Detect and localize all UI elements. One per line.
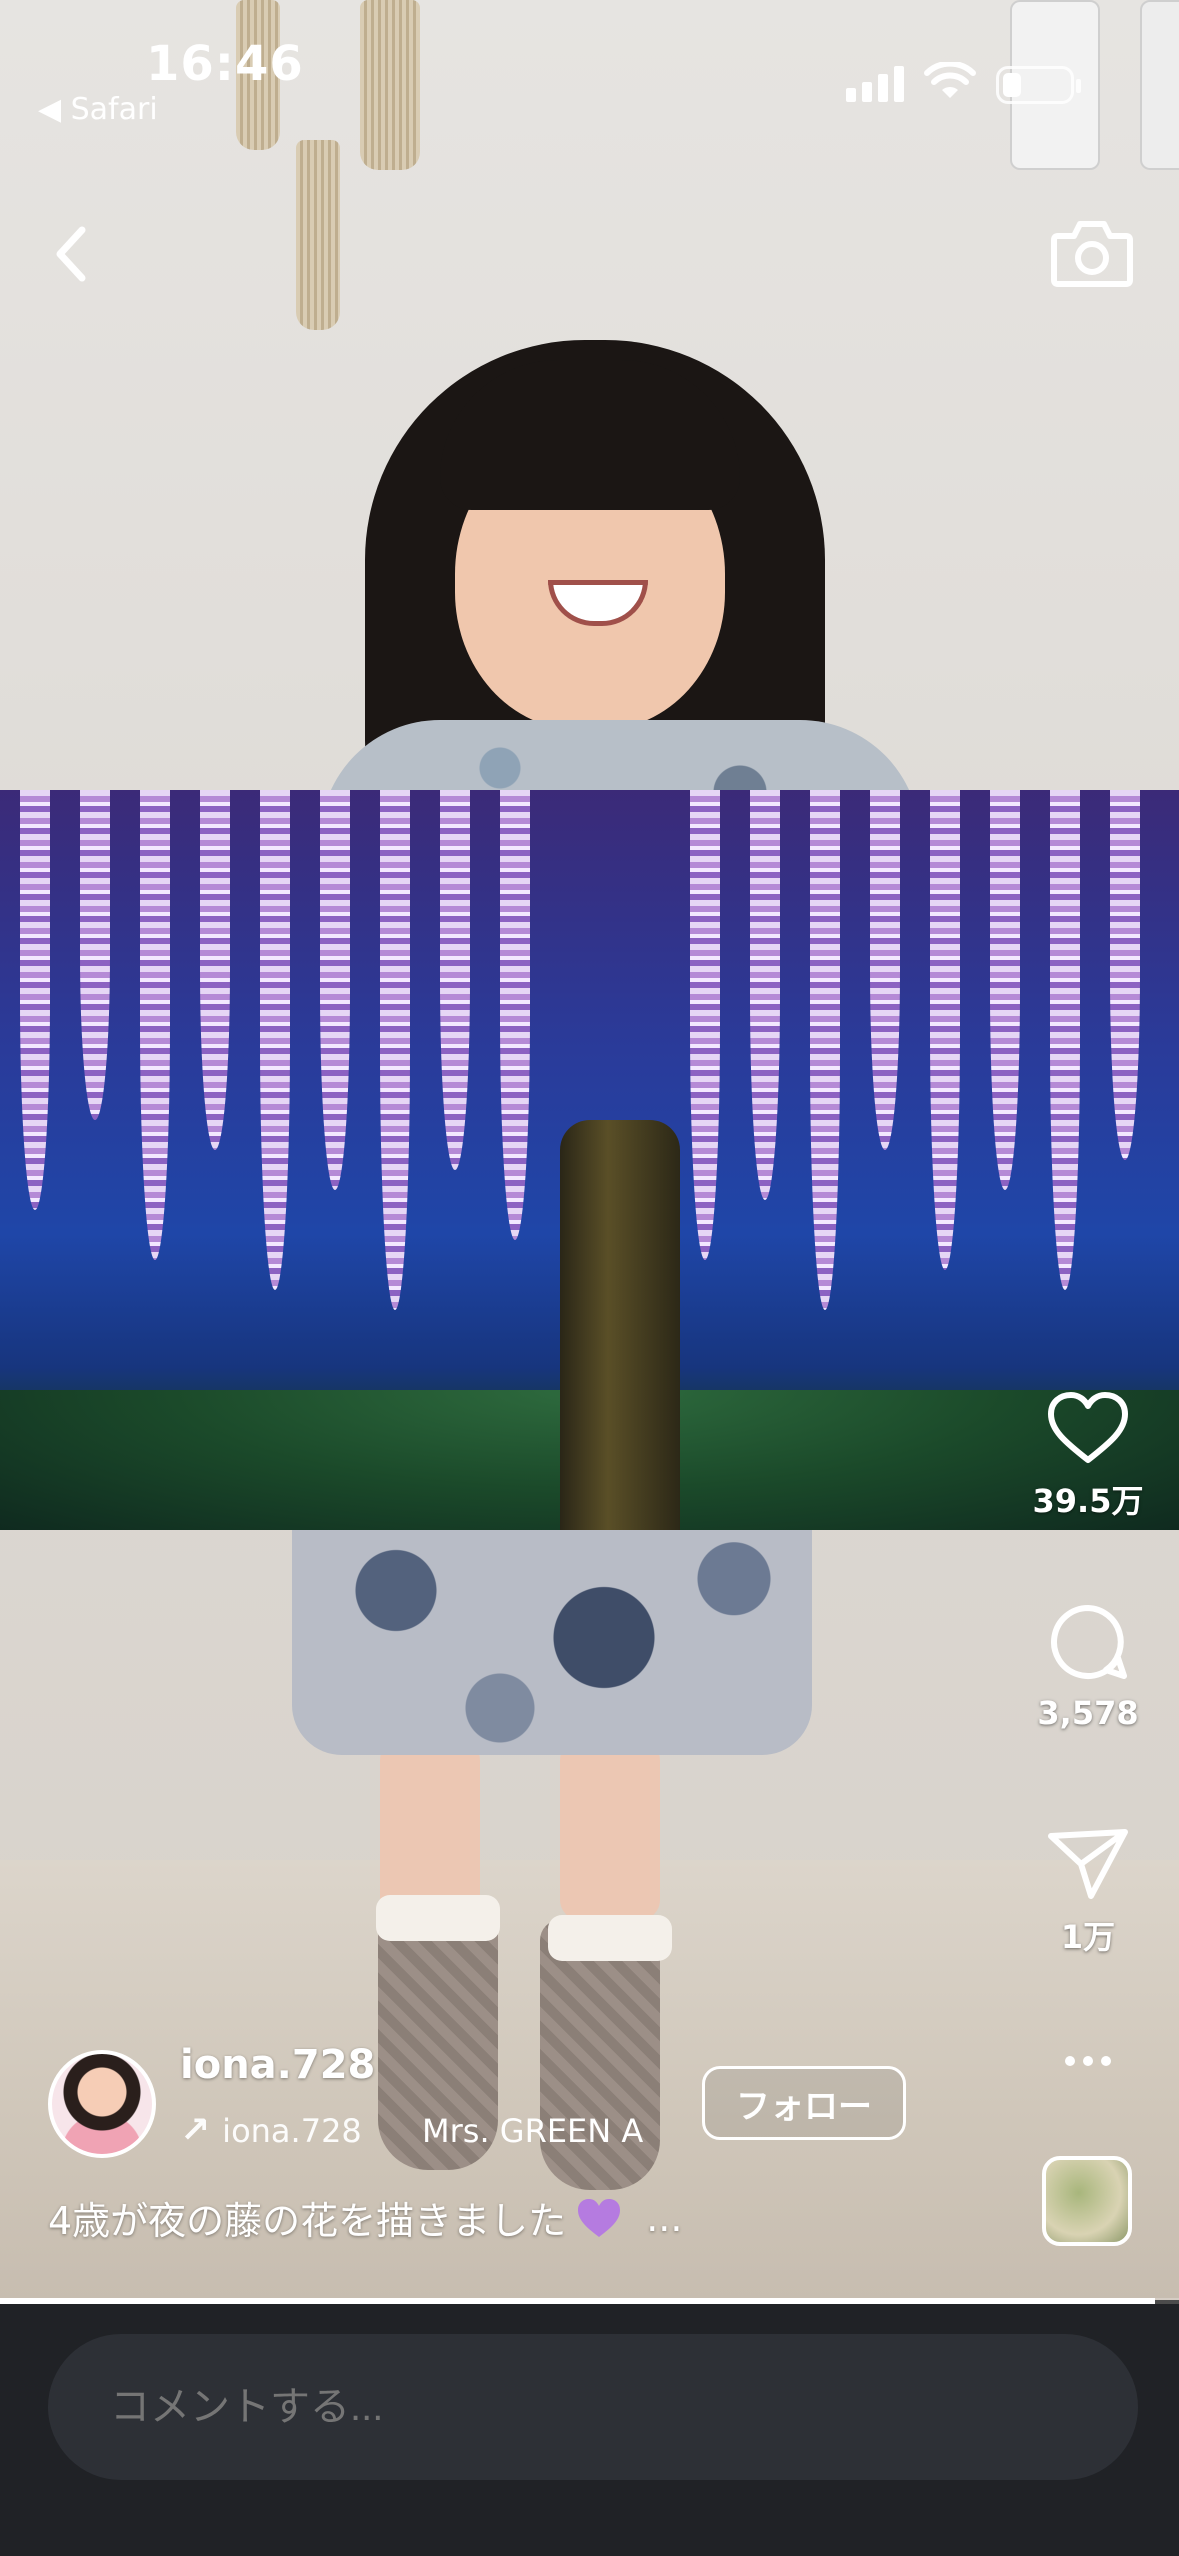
leg (380, 1740, 480, 1920)
comment-count: 3,578 (1037, 1694, 1139, 1732)
share-count: 1万 (1060, 1918, 1116, 1956)
chevron-left-icon[interactable] (38, 208, 108, 298)
back-to-safari-link[interactable]: ◀ Safari (38, 92, 158, 127)
like-count: 39.5万 (1032, 1482, 1144, 1520)
status-time: 16:46 (146, 36, 304, 92)
comment-action[interactable]: 3,578 (1018, 1600, 1158, 1732)
like-action[interactable]: 39.5万 (1018, 1390, 1158, 1522)
leg (560, 1740, 660, 1920)
paper-plane-icon[interactable] (1045, 1826, 1131, 1902)
heart-icon[interactable] (1045, 1390, 1131, 1466)
repost-user: iona.728 (222, 2111, 362, 2150)
wifi-icon (924, 62, 976, 98)
cellular-signal-icon (846, 66, 904, 102)
sock-cuff (548, 1915, 672, 1961)
tassel-decoration (360, 0, 420, 170)
share-action[interactable]: 1万 (1018, 1826, 1158, 1958)
purple-heart-icon (578, 2198, 621, 2237)
caption-text: 4歳が夜の藤の花を描きました (48, 2199, 567, 2243)
caption-more[interactable]: ... (646, 2196, 682, 2240)
repost-attribution[interactable]: ↗ iona.728 (180, 2110, 362, 2151)
battery-icon (996, 66, 1081, 104)
sock-cuff (376, 1895, 500, 1941)
repost-arrow-icon: ↗ (180, 2110, 211, 2151)
avatar[interactable] (48, 2050, 156, 2158)
comment-bar (0, 2304, 1179, 2556)
camera-icon[interactable] (1048, 212, 1136, 292)
comment-input[interactable] (48, 2334, 1138, 2480)
audio-thumbnail[interactable] (1042, 2156, 1132, 2246)
comment-bubble-icon[interactable] (1046, 1600, 1130, 1684)
tassel-decoration (296, 140, 340, 330)
follow-button[interactable]: フォロー (702, 2066, 906, 2140)
reel-video-frame[interactable] (0, 0, 1179, 2300)
audio-track[interactable]: Mrs. GREEN A (422, 2112, 662, 2150)
caption[interactable]: 4歳が夜の藤の花を描きました ... (48, 2190, 682, 2245)
wall-switch (1140, 0, 1179, 170)
more-dots-icon[interactable] (1060, 2046, 1116, 2076)
username[interactable]: iona.728 (180, 2042, 375, 2088)
wisteria-painting (0, 790, 1179, 1530)
dress-skirt (292, 1520, 812, 1755)
